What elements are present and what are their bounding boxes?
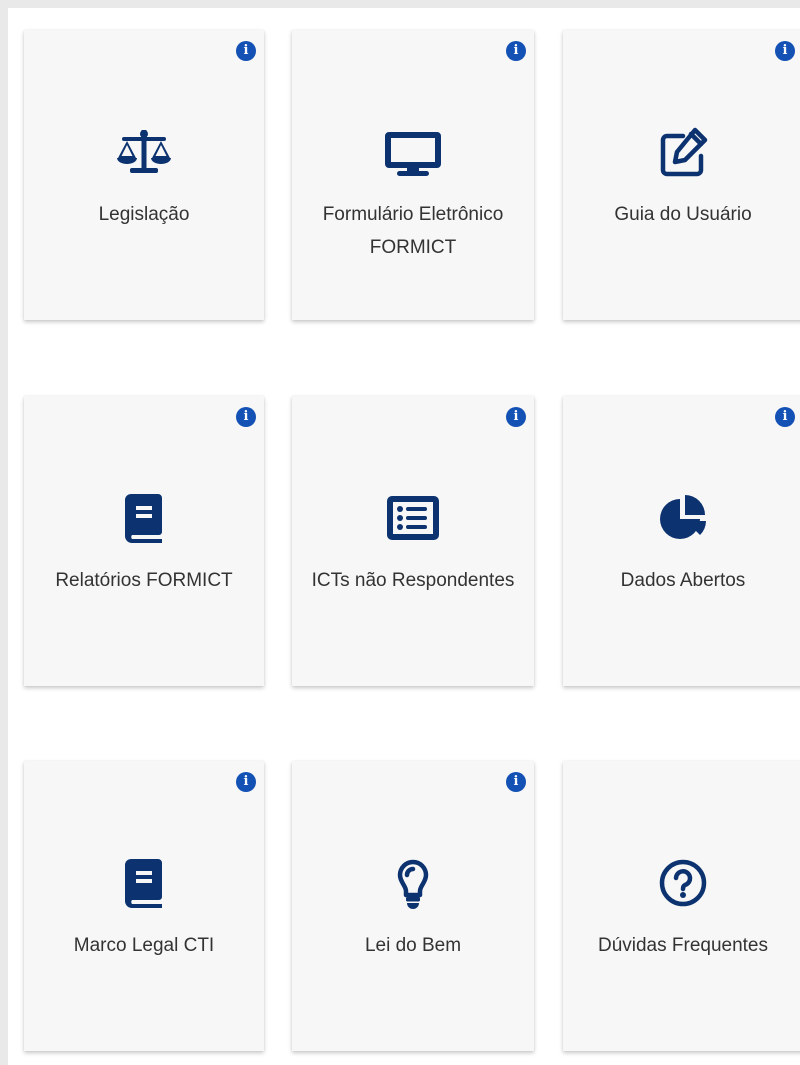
book-icon bbox=[125, 859, 162, 908]
card-guia-do-usuario[interactable]: i Guia do Usuário bbox=[563, 30, 800, 320]
balance-scale-icon bbox=[117, 130, 171, 173]
info-icon[interactable]: i bbox=[236, 407, 256, 427]
info-icon[interactable]: i bbox=[506, 41, 526, 61]
card-icts-nao-respondentes[interactable]: i ICTs não Respondentes bbox=[292, 396, 534, 686]
info-icon[interactable]: i bbox=[775, 41, 795, 61]
card-duvidas-frequentes[interactable]: Dúvidas Frequentes bbox=[563, 761, 800, 1051]
book-icon bbox=[125, 494, 162, 543]
card-label: Dúvidas Frequentes bbox=[597, 935, 769, 956]
card-relatorios-formict[interactable]: i Relatórios FORMICT bbox=[24, 396, 264, 686]
question-circle-icon bbox=[659, 859, 707, 907]
card-formulario-eletronico[interactable]: i Formulário Eletrônico FORMICT bbox=[292, 30, 534, 320]
card-marco-legal-cti[interactable]: i Marco Legal CTI bbox=[24, 761, 264, 1051]
card-lei-do-bem[interactable]: i Lei do Bem bbox=[292, 761, 534, 1051]
card-label: ICTs não Respondentes bbox=[311, 570, 515, 591]
card-label: Lei do Bem bbox=[364, 935, 462, 956]
info-icon[interactable]: i bbox=[236, 772, 256, 792]
info-icon[interactable]: i bbox=[775, 407, 795, 427]
card-legislacao[interactable]: i Legislação bbox=[24, 30, 264, 320]
edit-icon bbox=[660, 127, 708, 177]
info-icon[interactable]: i bbox=[506, 407, 526, 427]
info-icon[interactable]: i bbox=[506, 772, 526, 792]
card-label: Relatórios FORMICT bbox=[55, 570, 233, 591]
info-icon[interactable]: i bbox=[236, 41, 256, 61]
list-alt-icon bbox=[387, 496, 439, 540]
card-dados-abertos[interactable]: i Dados Abertos bbox=[563, 396, 800, 686]
card-label: Guia do Usuário bbox=[614, 204, 752, 225]
shortcuts-grid: i Legislação i Formulário Eletrônico FOR… bbox=[8, 8, 800, 1065]
card-label: Dados Abertos bbox=[620, 570, 746, 591]
card-label: Marco Legal CTI bbox=[73, 935, 215, 956]
pie-chart-icon bbox=[660, 495, 706, 539]
lightbulb-icon bbox=[397, 859, 429, 909]
card-label: Formulário Eletrônico FORMICT bbox=[322, 204, 504, 258]
desktop-icon bbox=[385, 132, 441, 176]
card-label: Legislação bbox=[98, 204, 190, 225]
